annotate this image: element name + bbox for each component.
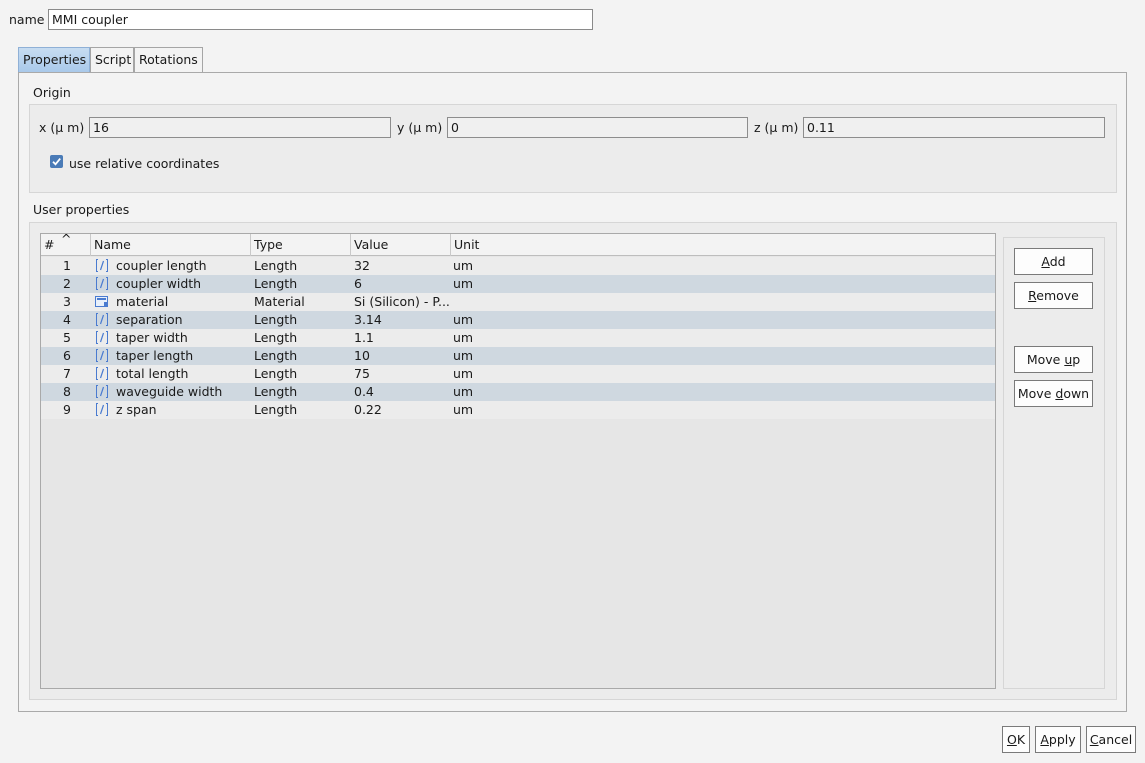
row-value: 75 [354,366,370,381]
length-icon [95,366,109,381]
length-icon [95,384,109,399]
table-row[interactable]: 4 separation Length 3.14 um [41,311,995,329]
table-row[interactable]: 1 coupler length Length 32 um [41,257,995,275]
check-icon [52,158,61,166]
row-type: Length [254,330,298,345]
row-unit: um [453,312,474,327]
z-input[interactable] [803,117,1105,138]
name-input[interactable] [48,9,593,30]
user-properties-table[interactable]: # ^ Name Type Value Unit 1 coupler length… [40,233,996,689]
row-number: 2 [63,276,71,291]
sort-ascending-icon: ^ [61,233,72,246]
move-up-button[interactable]: Move up [1014,346,1093,373]
row-number: 7 [63,366,71,381]
column-header-name[interactable]: Name [91,234,251,256]
column-header-unit[interactable]: Unit [451,234,995,256]
row-value: 6 [354,276,362,291]
y-input[interactable] [447,117,748,138]
row-name: z span [116,402,157,417]
table-row[interactable]: 2 coupler width Length 6 um [41,275,995,293]
length-icon [95,402,109,417]
table-row[interactable]: 6 taper length Length 10 um [41,347,995,365]
row-number: 4 [63,312,71,327]
row-number: 6 [63,348,71,363]
table-header: # ^ Name Type Value Unit [41,234,995,256]
row-name: coupler width [116,276,202,291]
move-down-button[interactable]: Move down [1014,380,1093,407]
row-unit: um [453,384,474,399]
row-number: 1 [63,258,71,273]
row-unit: um [453,258,474,273]
name-label: name [9,12,45,27]
row-name: separation [116,312,183,327]
row-number: 9 [63,402,71,417]
table-row[interactable]: 3 material Material Si (Silicon) - P... [41,293,995,311]
row-unit: um [453,348,474,363]
row-value: 32 [354,258,370,273]
row-name: taper width [116,330,188,345]
row-unit: um [453,276,474,291]
x-label: x (μ m) [39,120,85,135]
row-name: waveguide width [116,384,223,399]
z-label: z (μ m) [754,120,799,135]
row-value: 3.14 [354,312,382,327]
row-unit: um [453,330,474,345]
material-icon [95,294,109,309]
row-value: 1.1 [354,330,374,345]
row-value: 10 [354,348,370,363]
row-number: 8 [63,384,71,399]
row-name: total length [116,366,189,381]
length-icon [95,312,109,327]
row-number: 3 [63,294,71,309]
length-icon [95,348,109,363]
row-unit: um [453,366,474,381]
row-type: Material [254,294,305,309]
table-row[interactable]: 9 z span Length 0.22 um [41,401,995,419]
add-button[interactable]: Add [1014,248,1093,275]
row-name: taper length [116,348,194,363]
row-type: Length [254,366,298,381]
table-row[interactable]: 7 total length Length 75 um [41,365,995,383]
row-type: Length [254,276,298,291]
row-type: Length [254,258,298,273]
table-row[interactable]: 5 taper width Length 1.1 um [41,329,995,347]
row-type: Length [254,384,298,399]
row-number: 5 [63,330,71,345]
length-icon [95,330,109,345]
origin-title: Origin [33,85,71,100]
remove-button[interactable]: Remove [1014,282,1093,309]
row-type: Length [254,312,298,327]
relative-coordinates-label: use relative coordinates [69,156,220,171]
tab-properties[interactable]: Properties [18,47,90,73]
table-row[interactable]: 8 waveguide width Length 0.4 um [41,383,995,401]
row-value: Si (Silicon) - P... [354,294,450,309]
row-unit: um [453,402,474,417]
apply-button[interactable]: Apply [1035,726,1081,753]
row-name: coupler length [116,258,207,273]
y-label: y (μ m) [397,120,443,135]
user-properties-title: User properties [33,202,130,217]
length-icon [95,258,109,273]
row-name: material [116,294,169,309]
length-icon [95,276,109,291]
column-header-type[interactable]: Type [251,234,351,256]
x-input[interactable] [89,117,391,138]
cancel-button[interactable]: Cancel [1086,726,1136,753]
ok-button[interactable]: OK [1002,726,1030,753]
tab-script[interactable]: Script [90,47,134,73]
row-type: Length [254,348,298,363]
tab-rotations[interactable]: Rotations [134,47,203,73]
column-header-number[interactable]: # ^ [41,234,91,256]
row-value: 0.4 [354,384,374,399]
column-header-value[interactable]: Value [351,234,451,256]
row-value: 0.22 [354,402,382,417]
row-type: Length [254,402,298,417]
relative-coordinates-checkbox[interactable] [50,155,63,168]
